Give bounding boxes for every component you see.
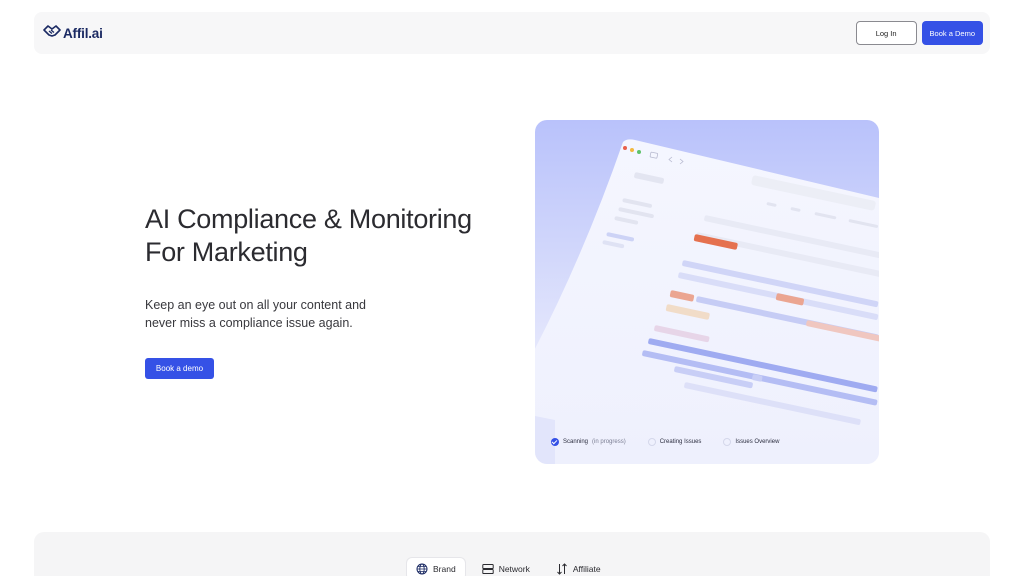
step-creating-issues-label: Creating Issues: [659, 439, 702, 445]
hero-title-line1: AI Compliance & Monitoring: [145, 204, 472, 234]
hero-subtitle: Keep an eye out on all your content and …: [145, 296, 375, 332]
top-navbar: Affil.ai Log In Book a Demo: [34, 12, 990, 54]
product-preview: Scanning (in progress) Creating Issues I…: [535, 120, 879, 464]
step-issues-overview-label: Issues Overview: [735, 439, 780, 445]
book-demo-button[interactable]: Book a Demo: [921, 21, 983, 45]
login-button[interactable]: Log In: [855, 21, 917, 45]
solutions-section: Brand Network Affiliate: [34, 532, 990, 576]
step-issues-overview: Issues Overview: [723, 438, 779, 446]
app-window-illustration: [535, 139, 879, 464]
header-actions: Log In Book a Demo: [855, 21, 983, 45]
pending-circle-icon: [723, 438, 732, 446]
handshake-icon: [43, 24, 61, 43]
tab-affiliate-label: Affiliate: [572, 564, 601, 574]
step-scanning: Scanning (in progress): [551, 438, 626, 446]
tab-brand-label: Brand: [433, 564, 456, 574]
step-scanning-note: (in progress): [592, 439, 626, 445]
scan-steps: Scanning (in progress) Creating Issues I…: [551, 438, 779, 446]
tab-network-label: Network: [498, 564, 530, 574]
logo-text: Affil.ai: [63, 25, 103, 41]
sort-arrows-icon: [556, 563, 568, 575]
step-scanning-label: Scanning: [563, 439, 589, 445]
hero-book-demo-button[interactable]: Book a demo: [145, 358, 214, 379]
server-icon: [481, 563, 494, 575]
pending-circle-icon: [647, 438, 656, 446]
globe-icon: [416, 563, 428, 575]
audience-tabs: Brand Network Affiliate: [407, 558, 610, 576]
hero-subtitle-line1: Keep an eye out on all your content and: [145, 298, 366, 312]
step-creating-issues: Creating Issues: [647, 438, 702, 446]
tab-affiliate[interactable]: Affiliate: [547, 558, 610, 576]
hero-title: AI Compliance & Monitoring For Marketing: [145, 203, 505, 269]
logo[interactable]: Affil.ai: [43, 24, 103, 43]
check-circle-icon: [551, 438, 559, 446]
tab-brand[interactable]: Brand: [407, 558, 465, 576]
tab-network[interactable]: Network: [473, 558, 539, 576]
hero-subtitle-line2: never miss a compliance issue again.: [145, 316, 353, 330]
hero-title-line2: For Marketing: [145, 237, 308, 267]
